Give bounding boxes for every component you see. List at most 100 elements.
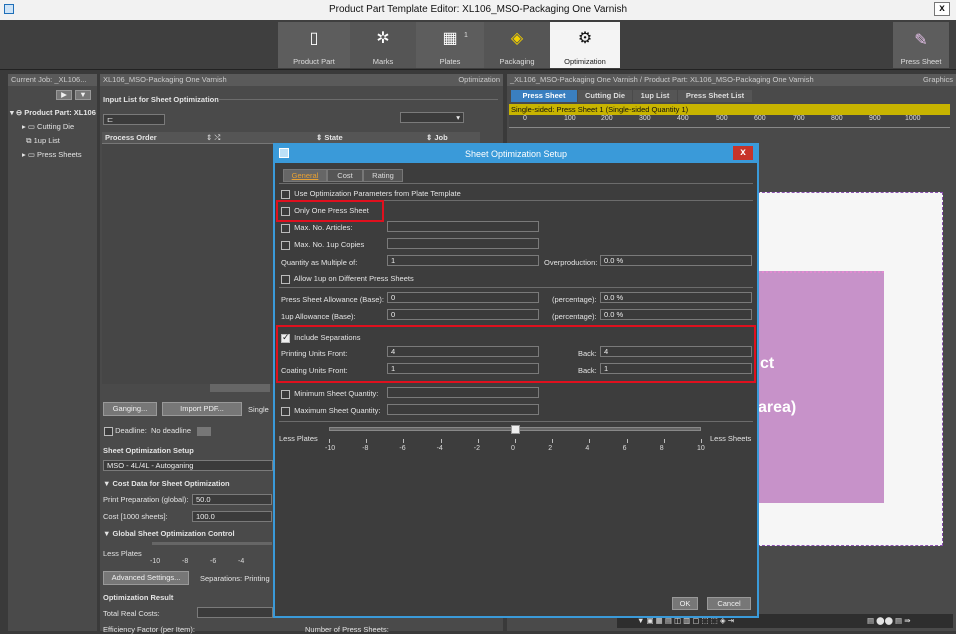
tree-expand-button[interactable]: ▶: [56, 90, 72, 100]
coating-units-front-input[interactable]: 1: [387, 363, 539, 374]
printing-units-back-input[interactable]: 4: [600, 346, 752, 357]
tab-general[interactable]: General: [283, 169, 327, 182]
slider-less-plates: Less Plates: [279, 434, 318, 443]
step-marks[interactable]: ✲ Marks: [350, 22, 416, 68]
tab-press-sheet[interactable]: Press Sheet: [511, 90, 577, 102]
horizontal-scrollbar[interactable]: [210, 384, 270, 392]
slider-tick-label: -6: [399, 445, 406, 452]
include-separations-checkbox[interactable]: [281, 332, 290, 343]
input-list-table[interactable]: [102, 144, 282, 384]
input-list-title: Input List for Sheet Optimization: [103, 95, 219, 104]
global-less-plates: Less Plates: [103, 549, 142, 558]
tab-rating[interactable]: Rating: [363, 169, 403, 182]
ganging-button[interactable]: Ganging...: [103, 402, 157, 416]
press-sheet-canvas[interactable]: ct area): [757, 192, 943, 546]
ok-button[interactable]: OK: [672, 597, 698, 610]
tab-1up-list[interactable]: 1up List: [633, 90, 677, 102]
slider-handle[interactable]: [511, 425, 520, 434]
min-sheet-qty-row[interactable]: Minimum Sheet Quantity:: [281, 389, 378, 399]
cancel-button[interactable]: Cancel: [707, 597, 751, 610]
column-process-order[interactable]: Process Order: [105, 133, 157, 142]
max-1up-row[interactable]: Max. No. 1up Copies: [281, 240, 364, 250]
window-title: Product Part Template Editor: XL106_MSO-…: [328, 4, 628, 15]
oneup-allow-input[interactable]: 0: [387, 309, 539, 320]
include-separations-row[interactable]: Include Separations: [281, 332, 360, 343]
coating-units-back-input[interactable]: 1: [600, 363, 752, 374]
max-sheet-qty-row[interactable]: Maximum Sheet Quantity:: [281, 406, 380, 416]
use-plate-template-checkbox[interactable]: [281, 189, 290, 199]
max-articles-input[interactable]: [387, 221, 539, 232]
tree-item-cutting-die[interactable]: ▸ ▭ Cutting Die: [22, 122, 74, 131]
step-product-part[interactable]: ▯ Product Part: [278, 22, 350, 68]
qty-multiple-input[interactable]: 1: [387, 255, 539, 266]
tab-cutting-die[interactable]: Cutting Die: [578, 90, 632, 102]
overproduction-input[interactable]: 0.0 %: [600, 255, 752, 266]
coating-back-label: Back:: [578, 366, 597, 375]
print-prep-input[interactable]: 50.0: [192, 494, 272, 505]
efficiency-label: Efficiency Factor (per Item):: [103, 625, 195, 634]
dialog-title: Sheet Optimization Setup: [464, 149, 568, 159]
deadline-checkbox[interactable]: [104, 426, 113, 436]
dialog-close-button[interactable]: x: [733, 146, 753, 160]
global-slider-tick-label: -8: [182, 558, 189, 565]
tree-collapse-button[interactable]: ▼: [75, 90, 91, 100]
tree-item-press-sheets[interactable]: ▸ ▭ Press Sheets: [22, 150, 82, 159]
max-sheet-qty-input[interactable]: [387, 404, 539, 415]
cost-input[interactable]: 100.0: [192, 511, 272, 522]
allow-1up-row[interactable]: Allow 1up on Different Press Sheets: [281, 274, 414, 284]
slider-tick-label: 8: [659, 445, 664, 452]
advanced-settings-button[interactable]: Advanced Settings...: [103, 571, 189, 585]
job-panel-header: Current Job: _XL106...: [8, 74, 97, 86]
slider-tick: [366, 439, 368, 443]
max-1up-checkbox[interactable]: [281, 240, 290, 250]
min-sheet-qty-checkbox[interactable]: [281, 389, 290, 399]
sheet-opt-setup-select[interactable]: MSO - 4L/4L - Autoganing: [103, 460, 273, 471]
global-slider-tick-label: -4: [238, 558, 245, 565]
only-one-press-sheet-row[interactable]: Only One Press Sheet: [281, 206, 369, 216]
press-sheet-button[interactable]: ✎ Press Sheet: [893, 22, 949, 68]
import-pdf-button[interactable]: Import PDF...: [162, 402, 242, 416]
step-optimization[interactable]: ⚙ Optimization: [550, 22, 620, 68]
max-articles-row[interactable]: Max. No. Articles:: [281, 223, 353, 233]
zoom-icons[interactable]: ▤ ⬤⬤ ▤ ⇛: [867, 616, 911, 625]
sheet-optimization-dialog: Sheet Optimization Setup x General Cost …: [273, 143, 759, 618]
tab-press-sheet-list[interactable]: Press Sheet List: [678, 90, 752, 102]
divider: [279, 421, 753, 422]
column-job[interactable]: ⇕ Job: [426, 133, 448, 142]
allow-1up-checkbox[interactable]: [281, 274, 290, 284]
filter-input[interactable]: ⊏: [103, 114, 165, 125]
tree-item-1up-list[interactable]: ⧉ 1up List: [22, 136, 60, 146]
status-bar: Single-sided: Press Sheet 1 (Single-side…: [509, 104, 950, 115]
oneup-allow-label: 1up Allowance (Base):: [281, 312, 356, 321]
slider-scale: -10 -8 -6 -4 -2 0 2 4 6 8 10: [325, 439, 705, 457]
use-plate-template-row[interactable]: Use Optimization Parameters from Plate T…: [281, 189, 461, 199]
min-sheet-qty-input[interactable]: [387, 387, 539, 398]
max-sheet-qty-checkbox[interactable]: [281, 406, 290, 416]
window-titlebar: Product Part Template Editor: XL106_MSO-…: [0, 0, 956, 20]
tab-cost[interactable]: Cost: [327, 169, 363, 182]
slider-tick: [403, 439, 405, 443]
filter-select[interactable]: ▾: [400, 112, 464, 123]
press-allow-input[interactable]: 0: [387, 292, 539, 303]
window-close-button[interactable]: x: [934, 2, 950, 16]
only-one-press-sheet-checkbox[interactable]: [281, 206, 290, 216]
tree-root[interactable]: ▾ ⊖ Product Part: XL106: [10, 108, 96, 117]
step-packaging[interactable]: ◈ Packaging: [484, 22, 550, 68]
slider-tick: [552, 439, 554, 443]
oneup-allow-pct-input[interactable]: 0.0 %: [600, 309, 752, 320]
opt-result-title: Optimization Result: [103, 593, 174, 602]
max-articles-checkbox[interactable]: [281, 223, 290, 233]
printing-units-front-input[interactable]: 4: [387, 346, 539, 357]
press-allow-pct-input[interactable]: 0.0 %: [600, 292, 752, 303]
slider-tick-label: 2: [548, 445, 553, 452]
gear-icon: ⚙: [577, 30, 593, 47]
max-1up-input[interactable]: [387, 238, 539, 249]
total-real-costs-label: Total Real Costs:: [103, 609, 160, 618]
column-state[interactable]: ⇕ State: [316, 133, 343, 142]
sort-icon[interactable]: ⇕ ⤭: [206, 133, 220, 143]
horizontal-ruler: 0 100 200 300 400 500 600 700 800 900 10…: [509, 115, 950, 128]
divider: [279, 183, 753, 184]
step-plates[interactable]: ▦ 1 Plates: [416, 22, 484, 68]
global-slider-track[interactable]: [152, 542, 272, 545]
deadline-row[interactable]: Deadline: No deadline: [104, 426, 212, 436]
